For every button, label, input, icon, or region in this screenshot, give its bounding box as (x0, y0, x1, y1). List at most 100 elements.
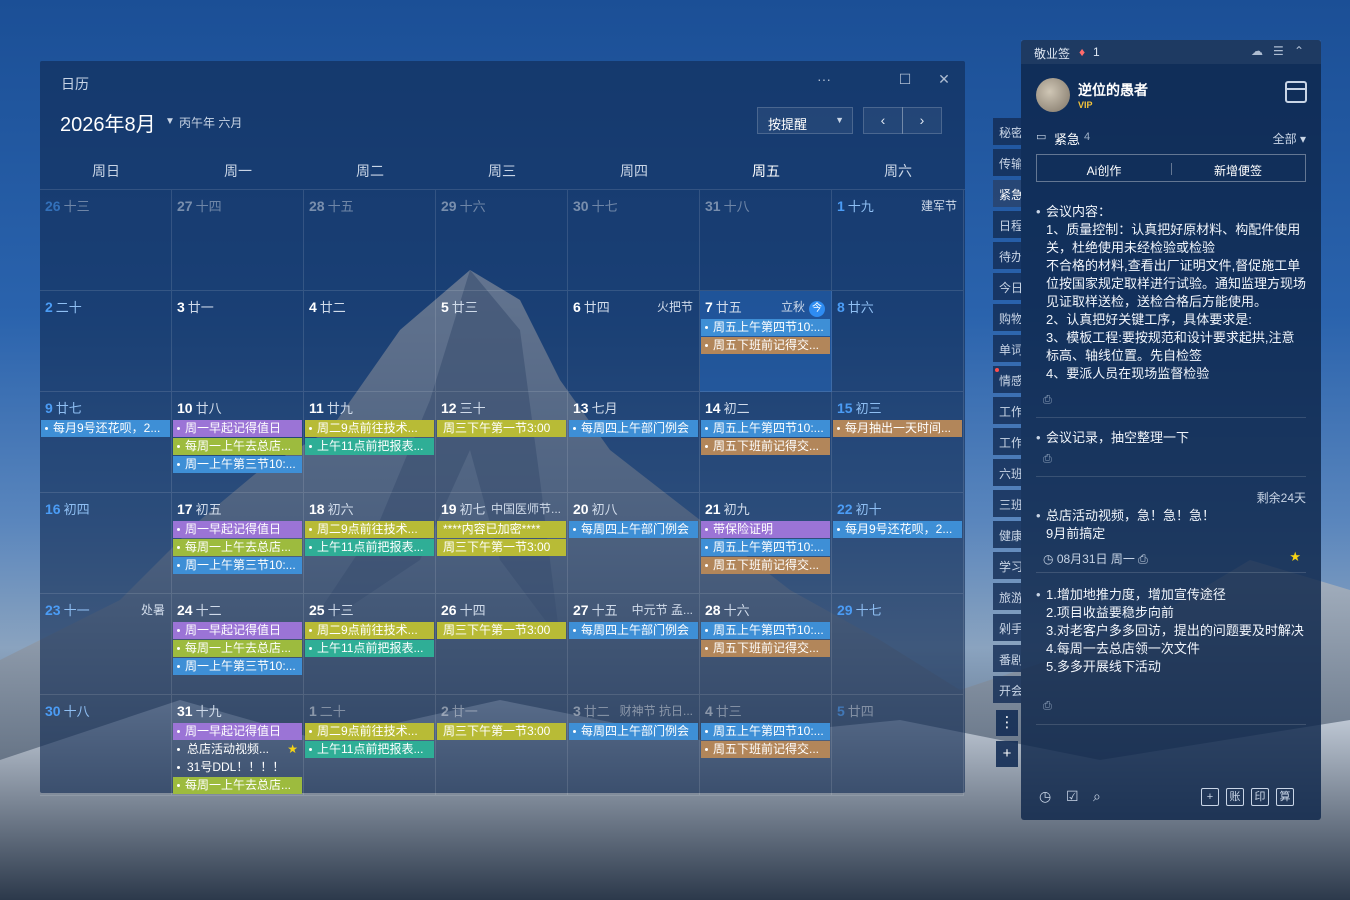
calendar-event[interactable]: 周五下班前记得交... (701, 741, 830, 758)
category-tab[interactable]: 学习 (993, 552, 1021, 579)
calendar-event[interactable]: 上午11点前把报表... (305, 438, 434, 455)
day-cell[interactable]: 1 十九 建军节 (832, 190, 964, 291)
calendar-event[interactable]: 周五下班前记得交... (701, 557, 830, 574)
category-tab[interactable]: 三班 (993, 490, 1021, 517)
note-item[interactable]: • 会议记录，抽空整理一下 (1036, 429, 1306, 449)
calendar-event[interactable]: 每月9号还花呗，2... (41, 420, 170, 437)
calendar-event[interactable]: 周三下午第一节3:00 (437, 539, 566, 556)
ai-create-button[interactable]: Ai创作 (1037, 162, 1171, 179)
day-cell[interactable]: 7 廿五 立秋今周五上午第四节10:... 周五下班前记得交... (700, 291, 832, 392)
day-cell[interactable]: 17 初五 周一早起记得值日 每周一上午去总店... 周一上午第三节10:... (172, 493, 304, 594)
calendar-event[interactable]: 周五上午第四节10:... (701, 319, 830, 336)
day-cell[interactable]: 5 廿三 (436, 291, 568, 392)
calendar-event[interactable]: ****内容已加密**** (437, 521, 566, 538)
day-cell[interactable]: 24 十二 周一早起记得值日 每周一上午去总店... 周一上午第三节10:... (172, 594, 304, 695)
remind-dropdown[interactable]: 按提醒 ▼ (757, 107, 853, 134)
cloud-icon[interactable]: ☁ (1251, 44, 1263, 58)
category-tab[interactable]: 六班 (993, 459, 1021, 486)
day-cell[interactable]: 2 廿一 周三下午第一节3:00 (436, 695, 568, 796)
calendar-event[interactable]: 周三下午第一节3:00 (437, 622, 566, 639)
calendar-event[interactable]: 每周一上午去总店... (173, 777, 302, 794)
day-cell[interactable]: 21 初九 带保险证明 周五上午第四节10:... 周五下班前记得交... (700, 493, 832, 594)
chevron-down-icon[interactable]: ▼ (165, 116, 175, 127)
category-tab[interactable]: 秘密 (993, 118, 1021, 145)
calendar-event[interactable]: 每月9号还花呗，2... (833, 521, 962, 538)
calendar-event[interactable]: 上午11点前把报表... (305, 539, 434, 556)
category-tab[interactable]: 单词 (993, 335, 1021, 362)
calendar-event[interactable]: 上午11点前把报表... (305, 640, 434, 657)
username[interactable]: 逆位的愚者 (1078, 80, 1148, 100)
calendar-event[interactable]: 每月抽出一天时间... (833, 420, 962, 437)
day-cell[interactable]: 27 十五 中元节 孟... 每周四上午部门例会 (568, 594, 700, 695)
add-tab-button[interactable]: + (996, 741, 1018, 767)
calendar-event[interactable]: 每周一上午去总店... (173, 640, 302, 657)
category-tab[interactable]: 传输 (993, 149, 1021, 176)
day-cell[interactable]: 16 初四 (40, 493, 172, 594)
calendar-event[interactable]: 周一早起记得值日 (173, 420, 302, 437)
calendar-event[interactable]: 周二9点前往技术... (305, 521, 434, 538)
day-cell[interactable]: 5 廿四 (832, 695, 964, 796)
day-cell[interactable]: 4 廿三 周五上午第四节10:... 周五下班前记得交... (700, 695, 832, 796)
category-tab[interactable]: 健康 (993, 521, 1021, 548)
calendar-event[interactable]: 每周四上午部门例会 (569, 723, 698, 740)
calendar-event[interactable]: 周三下午第一节3:00 (437, 723, 566, 740)
day-cell[interactable]: 18 初六 周二9点前往技术... 上午11点前把报表... (304, 493, 436, 594)
day-cell[interactable]: 14 初二 周五上午第四节10:... 周五下班前记得交... (700, 392, 832, 493)
category-tab[interactable]: 工作 (993, 428, 1021, 455)
tag-icon[interactable]: ⎙ (1043, 394, 1052, 407)
calendar-event[interactable]: 周五上午第四节10:... (701, 622, 830, 639)
calendar-event[interactable]: 周一早起记得值日 (173, 521, 302, 538)
day-cell[interactable]: 20 初八 每周四上午部门例会 (568, 493, 700, 594)
category-tab[interactable]: 今日 (993, 273, 1021, 300)
account-icon[interactable]: 账 (1226, 788, 1244, 806)
day-cell[interactable]: 9 廿七 每月9号还花呗，2... (40, 392, 172, 493)
calendar-event[interactable]: 带保险证明 (701, 521, 830, 538)
category-tab[interactable]: 番剧 (993, 645, 1021, 672)
day-cell[interactable]: 8 廿六 (832, 291, 964, 392)
day-cell[interactable]: 11 廿九 周二9点前往技术... 上午11点前把报表... (304, 392, 436, 493)
collapse-icon[interactable]: ⌃ (1294, 44, 1304, 58)
day-cell[interactable]: 3 廿一 (172, 291, 304, 392)
calendar-event[interactable]: 周五下班前记得交... (701, 438, 830, 455)
menu-icon[interactable]: ☰ (1273, 44, 1284, 58)
calendar-event[interactable]: 每周一上午去总店... (173, 539, 302, 556)
category-tab[interactable]: 日程 (993, 211, 1021, 238)
day-cell[interactable]: 6 廿四 火把节 (568, 291, 700, 392)
day-cell[interactable]: 10 廿八 周一早起记得值日 每周一上午去总店... 周一上午第三节10:... (172, 392, 304, 493)
day-cell[interactable]: 29 十六 (436, 190, 568, 291)
day-cell[interactable]: 22 初十 每月9号还花呗，2... (832, 493, 964, 594)
day-cell[interactable]: 12 三十 周三下午第一节3:00 (436, 392, 568, 493)
add-icon[interactable]: + (1201, 788, 1219, 806)
category-tab[interactable]: 开会 (993, 676, 1021, 703)
close-icon[interactable]: ✕ (934, 71, 954, 88)
more-tabs-button[interactable]: ⋮ (996, 710, 1018, 736)
day-cell[interactable]: 28 十五 (304, 190, 436, 291)
calendar-event[interactable]: 周一上午第三节10:... (173, 658, 302, 675)
next-month-button[interactable]: › (902, 107, 942, 134)
day-cell[interactable]: 23 十一 处暑 (40, 594, 172, 695)
note-item[interactable]: • 总店活动视频，急！急！急！ 9月前搞定 (1036, 507, 1306, 545)
note-item[interactable]: • 会议内容： 1、质量控制：认真把好原材料、构配件使用关，杜绝使用未经检验或检验… (1036, 203, 1306, 385)
day-cell[interactable]: 19 初七 中国医师节... ****内容已加密**** 周三下午第一节3:00 (436, 493, 568, 594)
day-cell[interactable]: 4 廿二 (304, 291, 436, 392)
calendar-event[interactable]: 31号DDL！！！！ (173, 759, 302, 776)
day-cell[interactable]: 31 十八 (700, 190, 832, 291)
category-tab[interactable]: 旅游 (993, 583, 1021, 610)
checkbox-icon[interactable]: ☑ (1066, 788, 1079, 805)
filter-dropdown[interactable]: 全部 ▾ (1273, 130, 1306, 147)
new-note-button[interactable]: 新增便签 (1171, 162, 1305, 179)
category-tab[interactable]: 紧急 (993, 180, 1021, 207)
day-cell[interactable]: 31 十九 周一早起记得值日 总店活动视频... ★ 31号DDL！！！！ 每周一上午去总店… (172, 695, 304, 796)
month-title[interactable]: 2026年8月 (60, 108, 156, 137)
day-cell[interactable]: 1 二十 周二9点前往技术... 上午11点前把报表... (304, 695, 436, 796)
day-cell[interactable]: 25 十三 周二9点前往技术... 上午11点前把报表... (304, 594, 436, 695)
maximize-icon[interactable]: ☐ (895, 71, 915, 88)
calendar-event[interactable]: 周一上午第三节10:... (173, 557, 302, 574)
prev-month-button[interactable]: ‹ (863, 107, 903, 134)
day-cell[interactable]: 29 十七 (832, 594, 964, 695)
calendar-event[interactable]: 上午11点前把报表... (305, 741, 434, 758)
calendar-event[interactable]: 周二9点前往技术... (305, 723, 434, 740)
calendar-event[interactable]: 周二9点前往技术... (305, 622, 434, 639)
tag-icon[interactable]: ⎙ (1043, 700, 1052, 713)
day-cell[interactable]: 28 十六 周五上午第四节10:... 周五下班前记得交... (700, 594, 832, 695)
